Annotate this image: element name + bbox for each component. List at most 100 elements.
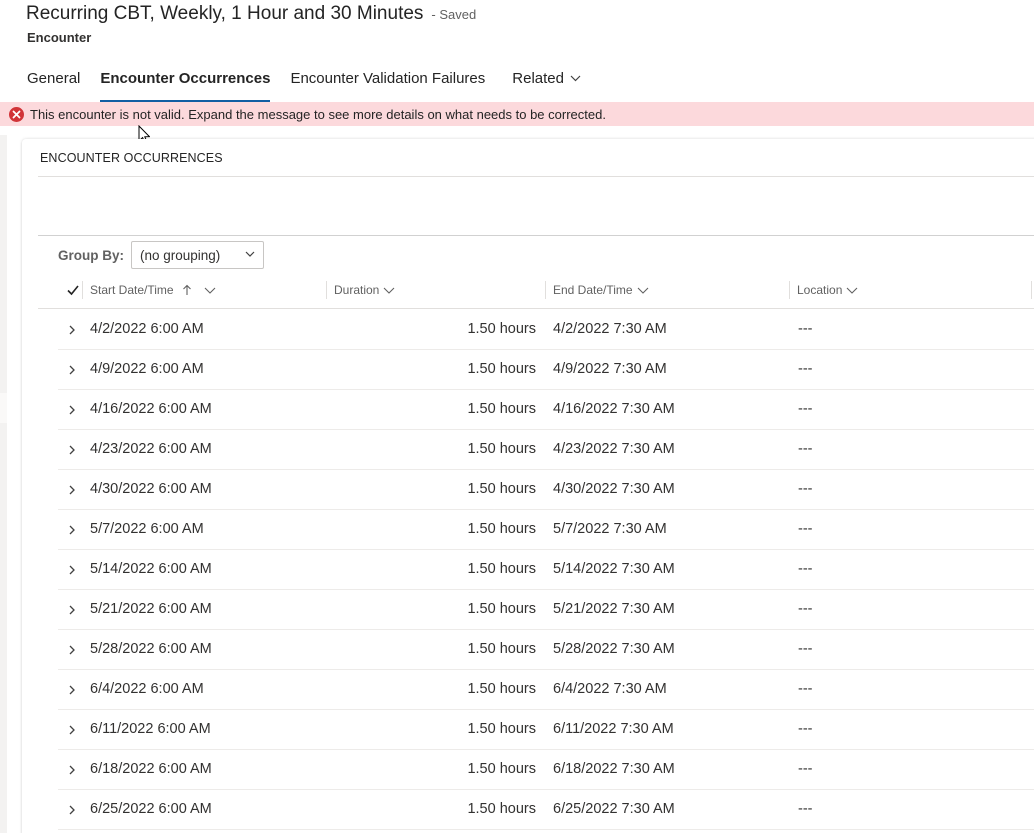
cell-duration: 1.50 hours xyxy=(467,761,536,777)
table-row[interactable]: 6/4/2022 6:00 AM 1.50 hours 6/4/2022 7:30 … xyxy=(58,670,1034,710)
column-header-label: Duration xyxy=(334,283,380,297)
chevron-right-icon[interactable] xyxy=(67,485,77,495)
cell-end-date: 6/18/2022 7:30 AM xyxy=(553,761,675,777)
cell-start-date[interactable]: 4/23/2022 6:00 AM xyxy=(90,441,212,457)
cell-start-date[interactable]: 4/30/2022 6:00 AM xyxy=(90,481,212,497)
cell-start-date[interactable]: 5/21/2022 6:00 AM xyxy=(90,601,212,617)
tab-related-label: Related xyxy=(512,70,564,87)
cell-duration: 1.50 hours xyxy=(467,361,536,377)
chevron-right-icon[interactable] xyxy=(67,365,77,375)
section-divider xyxy=(38,176,1034,177)
cell-location: --- xyxy=(798,561,813,577)
cell-start-date[interactable]: 6/11/2022 6:00 AM xyxy=(90,721,211,737)
column-header-duration[interactable]: Duration xyxy=(334,283,395,297)
table-row[interactable]: 6/18/2022 6:00 AM 1.50 hours 6/18/2022 7:3… xyxy=(58,750,1034,790)
cell-start-date[interactable]: 5/28/2022 6:00 AM xyxy=(90,641,212,657)
cell-start-date[interactable]: 6/4/2022 6:00 AM xyxy=(90,681,204,697)
cell-end-date: 6/25/2022 7:30 AM xyxy=(553,801,675,817)
cell-location: --- xyxy=(798,761,813,777)
cell-location: --- xyxy=(798,721,813,737)
chevron-right-icon[interactable] xyxy=(67,645,77,655)
column-header-end-date[interactable]: End Date/Time xyxy=(553,283,649,297)
chevron-right-icon[interactable] xyxy=(67,405,77,415)
table-row[interactable]: 4/30/2022 6:00 AM 1.50 hours 4/30/2022 7:3… xyxy=(58,470,1034,510)
cell-end-date: 5/21/2022 7:30 AM xyxy=(553,601,675,617)
group-by-dropdown[interactable]: (no grouping) xyxy=(131,241,264,269)
table-row[interactable]: 5/7/2022 6:00 AM 1.50 hours 5/7/2022 7:30 … xyxy=(58,510,1034,550)
cell-start-date[interactable]: 5/7/2022 6:00 AM xyxy=(90,521,204,537)
cell-end-date: 6/11/2022 7:30 AM xyxy=(553,721,674,737)
column-separator xyxy=(82,281,83,299)
record-title: Recurring CBT, Weekly, 1 Hour and 30 Min… xyxy=(26,3,424,24)
table-row[interactable]: 4/2/2022 6:00 AM 1.50 hours 4/2/2022 7:30 … xyxy=(58,310,1034,350)
cell-location: --- xyxy=(798,441,813,457)
table-row[interactable]: 5/28/2022 6:00 AM 1.50 hours 5/28/2022 7:3… xyxy=(58,630,1034,670)
form-tabs: General Encounter Occurrences Encounter … xyxy=(27,66,601,102)
cell-start-date[interactable]: 5/14/2022 6:00 AM xyxy=(90,561,212,577)
cell-duration: 1.50 hours xyxy=(467,721,536,737)
select-all-checkmark-icon[interactable] xyxy=(66,283,80,297)
table-row[interactable]: 4/16/2022 6:00 AM 1.50 hours 4/16/2022 7:3… xyxy=(58,390,1034,430)
encounter-form-page: Recurring CBT, Weekly, 1 Hour and 30 Min… xyxy=(0,0,1034,833)
tab-related[interactable]: Related xyxy=(512,66,581,102)
chevron-right-icon[interactable] xyxy=(67,805,77,815)
cell-duration: 1.50 hours xyxy=(467,601,536,617)
grid-toolbar-divider xyxy=(38,235,1034,236)
cell-location: --- xyxy=(798,361,813,377)
chevron-right-icon[interactable] xyxy=(67,445,77,455)
left-nav-strip xyxy=(0,135,7,833)
cell-duration: 1.50 hours xyxy=(467,801,536,817)
cell-location: --- xyxy=(798,521,813,537)
cell-duration: 1.50 hours xyxy=(467,561,536,577)
chevron-right-icon[interactable] xyxy=(67,325,77,335)
cell-location: --- xyxy=(798,801,813,817)
chevron-right-icon[interactable] xyxy=(67,525,77,535)
cell-duration: 1.50 hours xyxy=(467,481,536,497)
cell-end-date: 4/16/2022 7:30 AM xyxy=(553,401,675,417)
cell-end-date: 5/14/2022 7:30 AM xyxy=(553,561,675,577)
column-header-start-date[interactable]: Start Date/Time xyxy=(90,283,216,297)
table-row[interactable]: 4/23/2022 6:00 AM 1.50 hours 4/23/2022 7:3… xyxy=(58,430,1034,470)
chevron-down-icon xyxy=(637,287,648,294)
cell-end-date: 4/9/2022 7:30 AM xyxy=(553,361,667,377)
chevron-right-icon[interactable] xyxy=(67,605,77,615)
table-row[interactable]: 4/9/2022 6:00 AM 1.50 hours 4/9/2022 7:30 … xyxy=(58,350,1034,390)
cell-end-date: 5/7/2022 7:30 AM xyxy=(553,521,667,537)
chevron-right-icon[interactable] xyxy=(67,765,77,775)
entity-name: Encounter xyxy=(27,30,92,45)
cell-duration: 1.50 hours xyxy=(467,521,536,537)
error-message: This encounter is not valid. Expand the … xyxy=(30,106,606,122)
group-by-value: (no grouping) xyxy=(140,247,221,263)
cell-end-date: 4/2/2022 7:30 AM xyxy=(553,321,667,337)
error-circle-icon xyxy=(9,106,24,122)
cell-start-date[interactable]: 6/18/2022 6:00 AM xyxy=(90,761,212,777)
error-notification-bar[interactable]: This encounter is not valid. Expand the … xyxy=(0,102,1034,126)
chevron-right-icon[interactable] xyxy=(67,565,77,575)
cell-start-date[interactable]: 4/9/2022 6:00 AM xyxy=(90,361,204,377)
chevron-down-icon xyxy=(570,75,581,82)
cell-start-date[interactable]: 4/16/2022 6:00 AM xyxy=(90,401,212,417)
save-status: - Saved xyxy=(431,7,477,22)
cell-end-date: 4/30/2022 7:30 AM xyxy=(553,481,675,497)
table-row[interactable]: 6/11/2022 6:00 AM 1.50 hours 6/11/2022 7:3… xyxy=(58,710,1034,750)
cell-location: --- xyxy=(798,681,813,697)
table-row[interactable]: 6/25/2022 6:00 AM 1.50 hours 6/25/2022 7:3… xyxy=(58,790,1034,830)
tab-encounter-occurrences[interactable]: Encounter Occurrences xyxy=(100,66,271,102)
cell-start-date[interactable]: 4/2/2022 6:00 AM xyxy=(90,321,204,337)
left-nav-handle xyxy=(0,393,7,423)
cell-end-date: 6/4/2022 7:30 AM xyxy=(553,681,667,697)
tab-encounter-validation-failures[interactable]: Encounter Validation Failures xyxy=(290,66,485,102)
chevron-right-icon[interactable] xyxy=(67,725,77,735)
cell-duration: 1.50 hours xyxy=(467,321,536,337)
cell-end-date: 4/23/2022 7:30 AM xyxy=(553,441,675,457)
cell-location: --- xyxy=(798,601,813,617)
cell-duration: 1.50 hours xyxy=(467,441,536,457)
cell-start-date[interactable]: 6/25/2022 6:00 AM xyxy=(90,801,212,817)
table-row[interactable]: 5/21/2022 6:00 AM 1.50 hours 5/21/2022 7:3… xyxy=(58,590,1034,630)
table-row[interactable]: 5/14/2022 6:00 AM 1.50 hours 5/14/2022 7:3… xyxy=(58,550,1034,590)
chevron-right-icon[interactable] xyxy=(67,685,77,695)
tab-general[interactable]: General xyxy=(27,66,80,102)
chevron-down-icon xyxy=(846,287,858,294)
column-separator xyxy=(545,281,546,299)
column-header-location[interactable]: Location xyxy=(797,283,858,297)
